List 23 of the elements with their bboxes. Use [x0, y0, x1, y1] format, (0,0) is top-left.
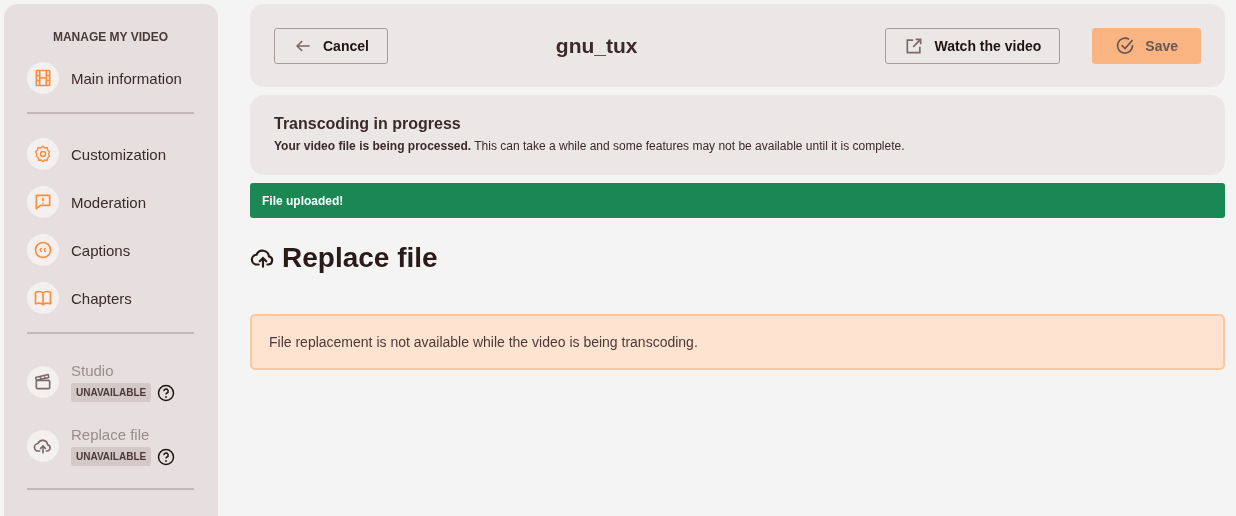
success-banner: File uploaded!	[250, 183, 1225, 218]
video-title: gnu_tux	[554, 33, 639, 58]
speech-bubble-icon	[33, 192, 53, 212]
sidebar-item[interactable]: Main information	[27, 60, 194, 96]
watch-video-button[interactable]: Watch the video	[885, 27, 1061, 64]
page-heading: Replace file	[282, 242, 438, 274]
unavailable-badge: UNAVAILABLE	[71, 447, 152, 466]
warning-alert: File replacement is not available while the video is being transcoding.	[250, 314, 1225, 370]
check-circle-icon	[1115, 35, 1136, 56]
book-icon	[33, 288, 53, 308]
cancel-button[interactable]: Cancel	[274, 27, 388, 64]
sidebar-item[interactable]: Customization	[27, 136, 194, 172]
sidebar-item[interactable]: Moderation	[27, 184, 194, 220]
unavailable-badge: UNAVAILABLE	[71, 383, 152, 402]
gear-icon	[33, 144, 53, 164]
sidebar-item[interactable]: Chapters	[27, 280, 194, 316]
notice-text: Your video file is being processed. This can take a while and some features may not be available until it is complete.	[274, 139, 906, 153]
sidebar-title: MANAGE MY VIDEO	[51, 30, 170, 44]
notice-title: Transcoding in progress	[274, 115, 462, 133]
sidebar-item[interactable]: Captions	[27, 232, 194, 268]
film-icon	[33, 68, 53, 88]
captions-icon	[33, 240, 53, 260]
clapperboard-icon	[33, 372, 53, 392]
